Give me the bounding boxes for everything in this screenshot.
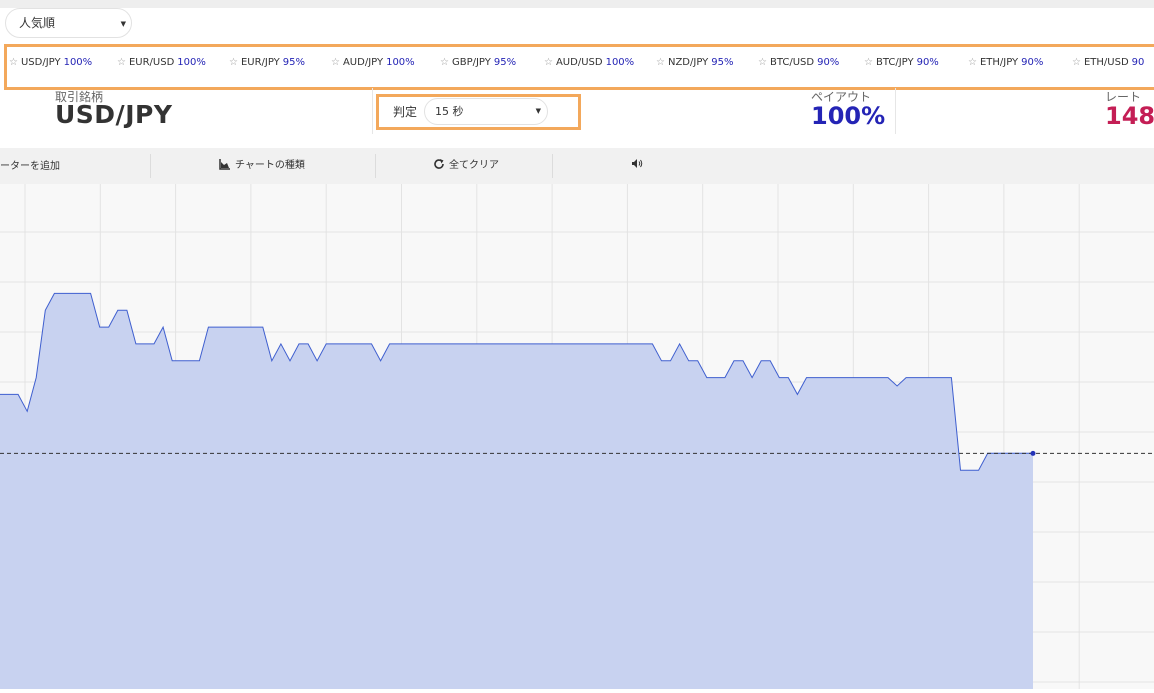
star-icon[interactable]: ☆	[544, 57, 553, 68]
chevron-down-icon: ▼	[120, 20, 126, 28]
pair-item-eth-jpy[interactable]: ☆ ETH/JPY 90%	[968, 57, 1043, 68]
pair-payout: 100%	[63, 57, 93, 68]
pair-payout: 100%	[177, 57, 206, 68]
add-indicator-button[interactable]: ーターを追加	[0, 157, 60, 172]
clear-all-button[interactable]: 全てクリア	[433, 156, 499, 171]
chart-type-icon	[219, 159, 230, 170]
pair-item-eur-usd[interactable]: ☆ EUR/USD 100%	[117, 57, 206, 68]
rate-value: 148.	[1105, 102, 1154, 130]
star-icon[interactable]: ☆	[440, 57, 449, 68]
chart-type-label: チャートの種類	[235, 160, 305, 171]
currency-pair-bar: ☆ USD/JPY 100% ☆ EUR/USD 100% ☆ EUR/JPY 95% ☆ A…	[4, 44, 1154, 90]
pair-name: AUD/JPY	[342, 57, 384, 68]
sort-dropdown-label: 人気順	[19, 16, 56, 30]
price-chart[interactable]	[0, 184, 1154, 689]
pair-item-btc-usd[interactable]: ☆ BTC/USD 90%	[758, 57, 839, 68]
pair-name: BTC/USD	[769, 57, 815, 68]
chart-type-button[interactable]: チャートの種類	[219, 156, 305, 171]
star-icon[interactable]: ☆	[9, 57, 18, 68]
star-icon[interactable]: ☆	[656, 57, 665, 68]
pair-item-eur-jpy[interactable]: ☆ EUR/JPY 95%	[229, 57, 305, 68]
speaker-icon	[632, 159, 643, 168]
divider	[375, 154, 376, 178]
payout-value: 100%	[811, 102, 886, 130]
pair-item-usd-jpy[interactable]: ☆ USD/JPY 100%	[9, 57, 92, 68]
price-area	[0, 293, 1033, 689]
pair-name: EUR/USD	[128, 57, 175, 68]
pair-name: GBP/JPY	[451, 57, 491, 68]
pair-name: USD/JPY	[20, 57, 61, 68]
pair-name: BTC/JPY	[875, 57, 914, 68]
pair-payout: 100%	[386, 57, 415, 68]
divider	[150, 154, 151, 178]
star-icon[interactable]: ☆	[758, 57, 767, 68]
top-strip	[0, 0, 1154, 8]
star-icon[interactable]: ☆	[229, 57, 238, 68]
refresh-icon	[434, 159, 444, 169]
pair-payout: 95%	[711, 57, 734, 68]
chart-toolbar: ーターを追加 チャートの種類 全てクリア	[0, 148, 1154, 184]
pair-item-aud-jpy[interactable]: ☆ AUD/JPY 100%	[331, 57, 415, 68]
chevron-down-icon: ▼	[535, 107, 541, 115]
clear-all-label: 全てクリア	[449, 160, 499, 171]
pair-item-aud-usd[interactable]: ☆ AUD/USD 100%	[544, 57, 634, 68]
expiry-label: 判定	[393, 105, 418, 119]
pair-payout: 90	[1131, 57, 1145, 68]
expiry-selector-box: 判定 15 秒 ▼	[376, 94, 581, 130]
divider	[895, 88, 896, 134]
pair-item-nzd-jpy[interactable]: ☆ NZD/JPY 95%	[656, 57, 733, 68]
pair-name: ETH/JPY	[979, 57, 1019, 68]
expiry-dropdown[interactable]: 15 秒 ▼	[424, 98, 548, 125]
pair-item-gbp-jpy[interactable]: ☆ GBP/JPY 95%	[440, 57, 516, 68]
pair-payout: 100%	[605, 57, 635, 68]
pair-name: AUD/USD	[555, 57, 603, 68]
star-icon[interactable]: ☆	[331, 57, 340, 68]
star-icon[interactable]: ☆	[968, 57, 977, 68]
pair-item-eth-usd[interactable]: ☆ ETH/USD 90	[1072, 57, 1144, 68]
star-icon[interactable]: ☆	[1072, 57, 1081, 68]
pair-name: ETH/USD	[1083, 57, 1129, 68]
current-price-dot	[1030, 450, 1036, 456]
pair-payout: 95%	[493, 57, 517, 68]
star-icon[interactable]: ☆	[117, 57, 126, 68]
expiry-value: 15 秒	[435, 105, 464, 118]
pair-name: EUR/JPY	[240, 57, 280, 68]
pair-item-btc-jpy[interactable]: ☆ BTC/JPY 90%	[864, 57, 939, 68]
divider	[372, 88, 373, 134]
pair-payout: 95%	[282, 57, 306, 68]
pair-name: NZD/JPY	[667, 57, 709, 68]
selected-asset: USD/JPY	[55, 100, 173, 129]
divider	[552, 154, 553, 178]
sort-dropdown[interactable]: 人気順 ▼	[5, 8, 132, 38]
price-chart-svg	[0, 184, 1154, 689]
star-icon[interactable]: ☆	[864, 57, 873, 68]
sound-toggle-button[interactable]	[631, 158, 644, 172]
pair-payout: 90%	[1021, 57, 1044, 68]
pair-payout: 90%	[916, 57, 939, 68]
pair-payout: 90%	[817, 57, 840, 68]
